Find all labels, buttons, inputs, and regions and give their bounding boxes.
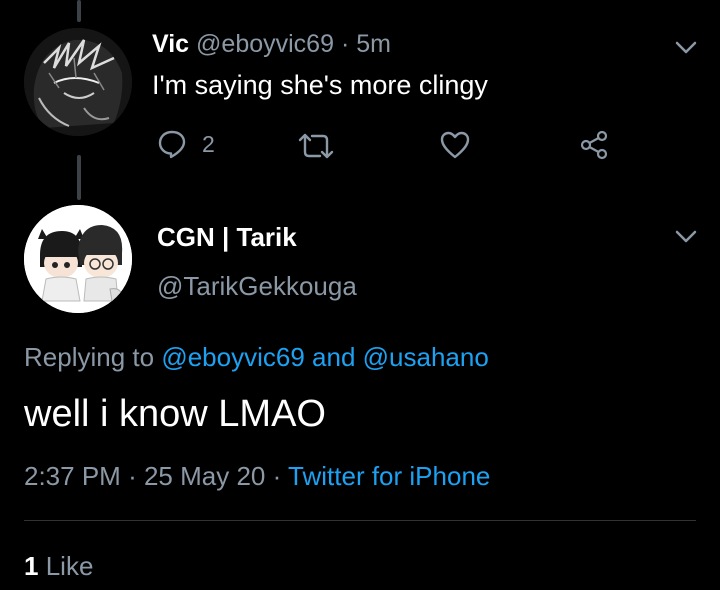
reply-mention-and[interactable]: and [312, 342, 355, 372]
reply-mention-link-2[interactable]: @usahano [363, 342, 489, 372]
retweet-icon [298, 133, 334, 159]
tweet-date: 25 May 20 [143, 461, 266, 491]
parent-author-handle[interactable]: @eboyvic69 [196, 30, 334, 58]
tweet-meta: 2:37 PM · 25 May 20 · Twitter for iPhone [24, 461, 490, 492]
meta-separator-1: · [128, 461, 137, 491]
parent-author-name[interactable]: Vic [152, 30, 189, 58]
main-tweet-text: well i know LMAO [24, 393, 326, 435]
like-count-label: Like [45, 551, 94, 581]
retweet-button[interactable] [296, 132, 336, 160]
reply-count: 2 [202, 130, 215, 157]
parent-header: Vic @eboyvic69 · 5m [152, 30, 391, 59]
parent-timestamp[interactable]: 5m [356, 30, 391, 58]
avatar-vic[interactable] [24, 28, 132, 136]
parent-tweet-text: I'm saying she's more clingy [152, 70, 488, 100]
thread-line-top [77, 0, 81, 22]
reply-mention-link-1[interactable]: @eboyvic69 [161, 342, 304, 372]
thread-line-middle [77, 155, 81, 200]
like-button[interactable] [439, 130, 471, 160]
divider [24, 520, 696, 521]
parent-chevron-down-icon[interactable] [674, 40, 698, 61]
tweet-client-link[interactable]: Twitter for iPhone [288, 461, 490, 491]
main-chevron-down-icon[interactable] [674, 229, 698, 250]
replying-to-label: Replying to [24, 342, 155, 372]
reply-icon [158, 130, 186, 159]
share-icon [580, 130, 608, 160]
avatar-tarik[interactable] [24, 205, 132, 313]
avatar-vic-image [24, 28, 132, 136]
tweet-time: 2:37 PM [24, 461, 121, 491]
reply-button[interactable]: 2 [156, 128, 215, 160]
share-button[interactable] [579, 130, 609, 160]
main-author-handle[interactable]: @TarikGekkouga [157, 271, 357, 302]
replying-to-line: Replying to @eboyvic69 and @usahano [24, 342, 489, 373]
main-author-name[interactable]: CGN | Tarik [157, 222, 297, 253]
parent-separator: · [340, 30, 350, 58]
like-count-number: 1 [24, 551, 39, 581]
heart-icon [440, 131, 470, 159]
avatar-tarik-image [24, 205, 132, 313]
likes-count-link[interactable]: 1 Like [24, 551, 93, 582]
meta-separator-2: · [272, 461, 282, 491]
